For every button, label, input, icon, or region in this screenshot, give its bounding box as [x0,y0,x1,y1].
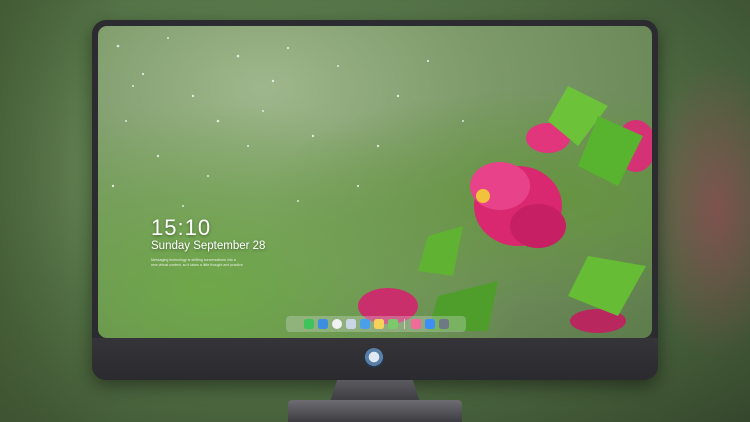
monitor-stand-neck [330,380,420,402]
lock-screen-time: 15:10 [151,215,212,240]
peony-petals [470,162,530,210]
lock-screen-date: Sunday September 28 [151,240,266,252]
dock [286,316,466,332]
brand-logo-icon [364,348,384,368]
finder-icon[interactable] [317,319,328,329]
monitor: 15:10 Sunday September 28 Messaging tech… [92,20,658,380]
app-store-icon[interactable] [424,319,435,329]
monitor-stand-base [288,400,462,422]
desktop-screen[interactable]: 15:10 Sunday September 28 Messaging tech… [98,26,652,338]
clapper-icon[interactable] [359,319,370,329]
wallpaper [111,37,652,333]
camera-icon[interactable] [438,319,449,329]
preview-icon[interactable] [345,319,356,329]
leaf [418,226,463,276]
raindrops [111,37,464,207]
photos-icon[interactable] [387,319,398,329]
dock-separator [403,319,405,329]
clock-icon[interactable] [331,319,342,329]
messages-icon[interactable] [303,319,314,329]
leaf [568,256,646,316]
music-icon[interactable] [410,319,421,329]
lock-screen-notice: Messaging technology is shifting convers… [151,258,271,267]
peony-petals-lower [510,204,566,248]
monitor-chin [92,338,658,380]
peony-stamen [476,189,490,203]
notes-icon[interactable] [373,319,384,329]
notice-line: new virtual context, so it takes a littl… [151,262,243,267]
